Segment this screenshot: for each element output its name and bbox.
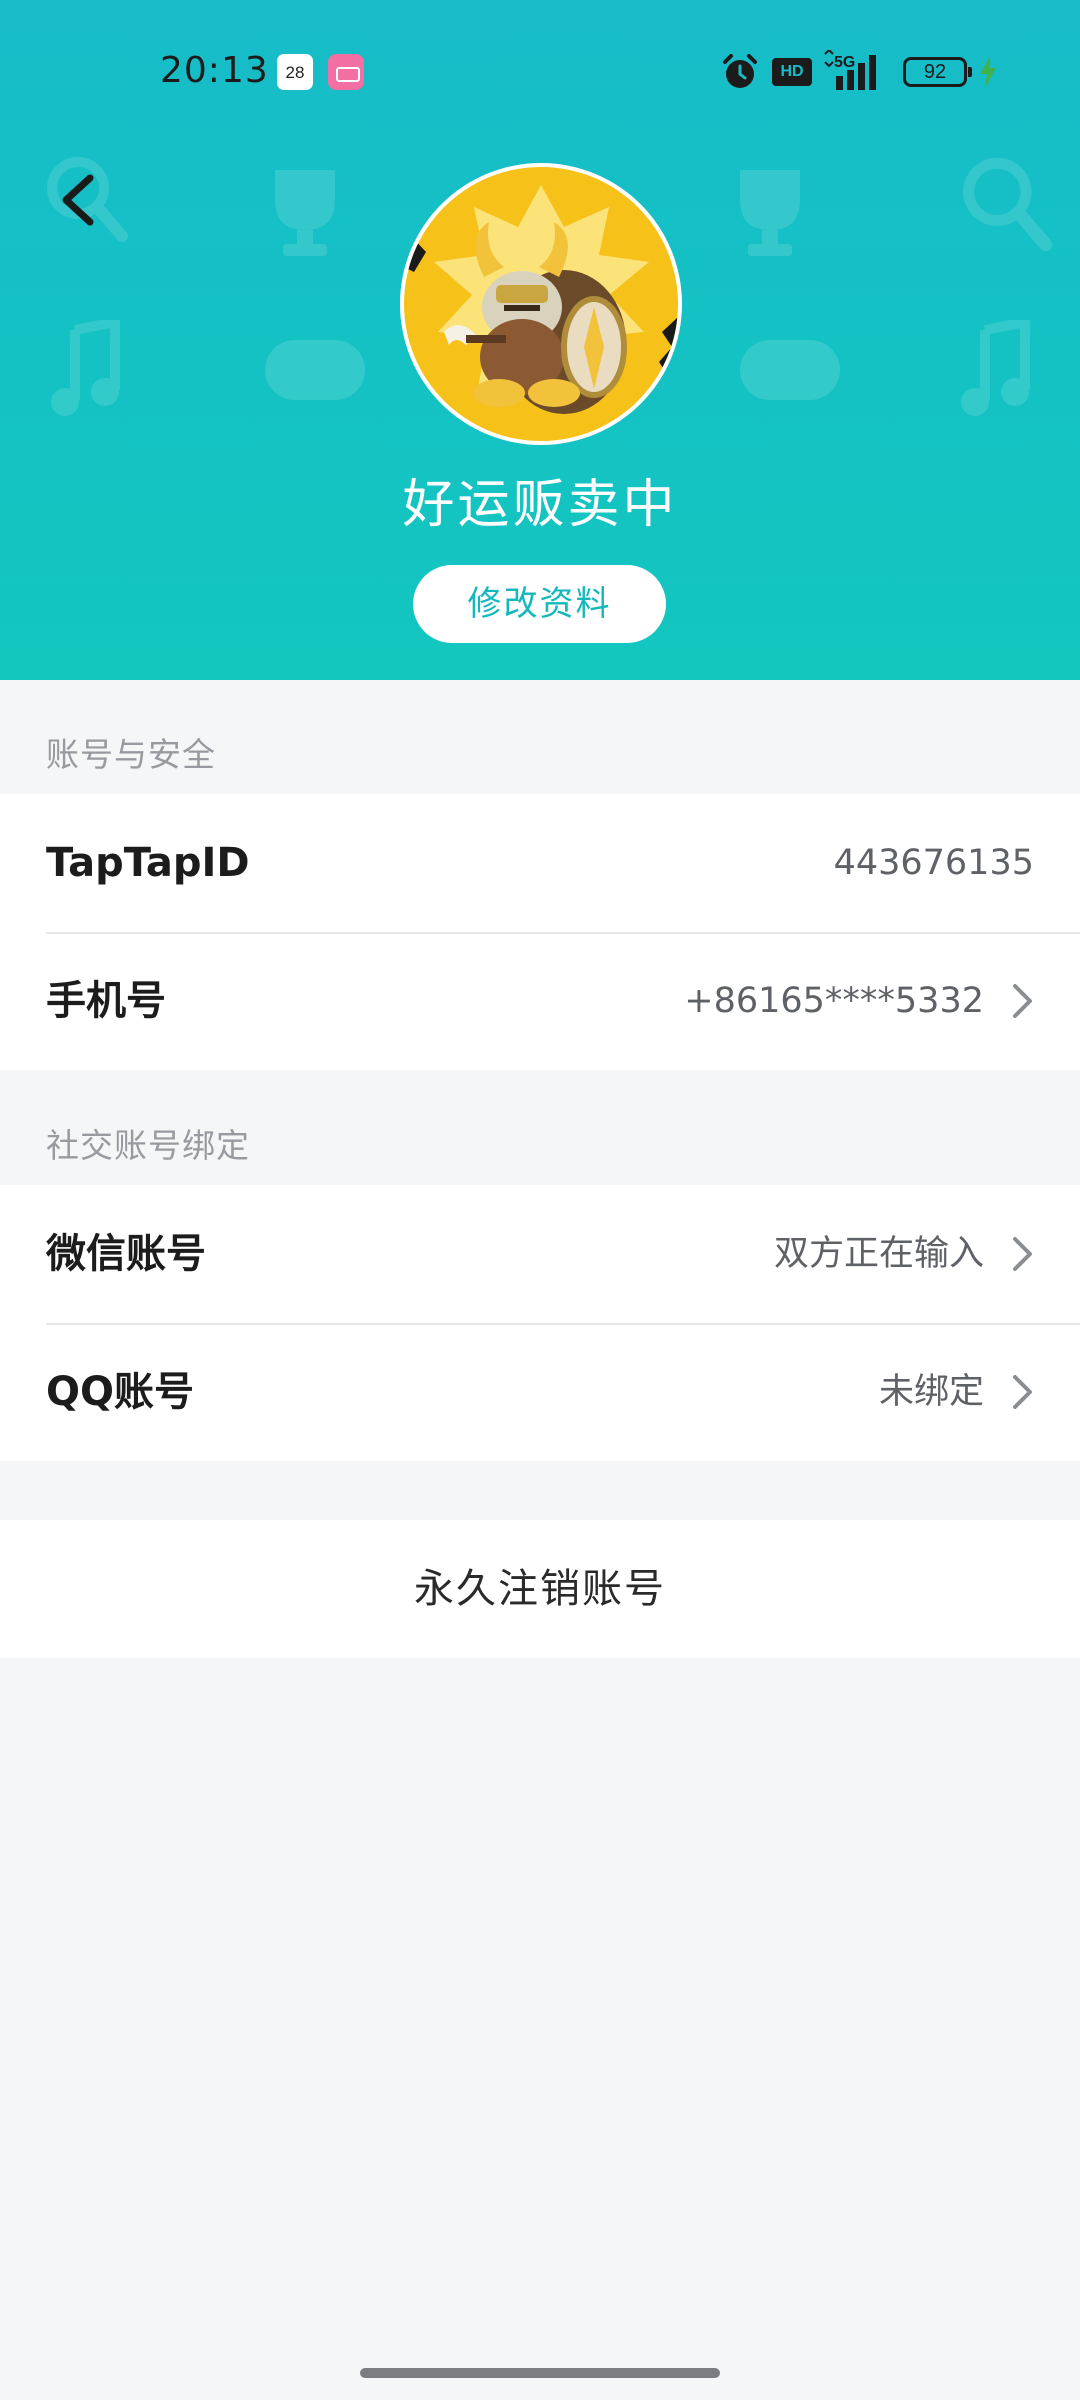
- phone-row[interactable]: 手机号 +86165****5332: [0, 932, 1080, 1070]
- music-bg-icon-2: [955, 320, 1035, 420]
- taptap-id-row: TapTapID 443676135: [0, 794, 1080, 932]
- chevron-right-icon: [1013, 1375, 1032, 1409]
- username: 好运贩卖中: [402, 475, 678, 535]
- signal-5g-icon: 5G: [822, 48, 890, 92]
- taptap-id-label: TapTapID: [46, 840, 250, 886]
- search-bg-icon-2: [955, 150, 1055, 260]
- status-bar: 20:13 28 HD 5G 92: [0, 0, 1080, 140]
- chevron-right-icon: [1013, 984, 1032, 1018]
- profile-header: 20:13 28 HD 5G 92 好运贩卖中 修改资料: [0, 0, 1080, 680]
- gamepad-bg-icon-2: [735, 330, 845, 410]
- wechat-row[interactable]: 微信账号 双方正在输入: [0, 1185, 1080, 1323]
- home-indicator[interactable]: [360, 2368, 720, 2378]
- music-bg-icon: [45, 320, 125, 420]
- network-type: 5G: [834, 54, 855, 71]
- alarm-icon: [720, 52, 760, 92]
- calendar-day: 28: [285, 63, 305, 82]
- hd-icon: HD: [772, 58, 812, 86]
- phone-value: +86165****5332: [684, 981, 984, 1021]
- chevron-left-icon: [62, 174, 94, 226]
- qq-row[interactable]: QQ账号 未绑定: [0, 1323, 1080, 1461]
- account-security-group: TapTapID 443676135 手机号 +86165****5332: [0, 794, 1080, 1070]
- avatar[interactable]: [400, 163, 682, 445]
- taptap-id-value: 443676135: [833, 843, 1034, 883]
- section-title-account-security: 账号与安全: [46, 735, 216, 774]
- trophy-bg-icon-2: [720, 160, 820, 260]
- delete-account-button[interactable]: 永久注销账号: [0, 1520, 1080, 1658]
- section-title-social-binding: 社交账号绑定: [46, 1126, 250, 1165]
- charging-icon: [978, 56, 998, 88]
- calendar-icon: 28: [277, 54, 313, 90]
- social-binding-group: 微信账号 双方正在输入 QQ账号 未绑定: [0, 1185, 1080, 1461]
- back-button[interactable]: [50, 160, 110, 240]
- wechat-value: 双方正在输入: [773, 1234, 984, 1274]
- chevron-right-icon: [1013, 1237, 1032, 1271]
- trophy-bg-icon: [255, 160, 355, 260]
- status-time: 20:13: [160, 50, 269, 91]
- phone-label: 手机号: [46, 978, 166, 1024]
- bilibili-icon: [328, 54, 364, 90]
- qq-value: 未绑定: [878, 1372, 984, 1412]
- battery-icon: 92: [903, 57, 972, 87]
- qq-label: QQ账号: [46, 1369, 195, 1415]
- wechat-label: 微信账号: [46, 1231, 206, 1277]
- avatar-image: [404, 167, 678, 441]
- gamepad-bg-icon: [260, 330, 370, 410]
- edit-profile-button[interactable]: 修改资料: [413, 565, 666, 643]
